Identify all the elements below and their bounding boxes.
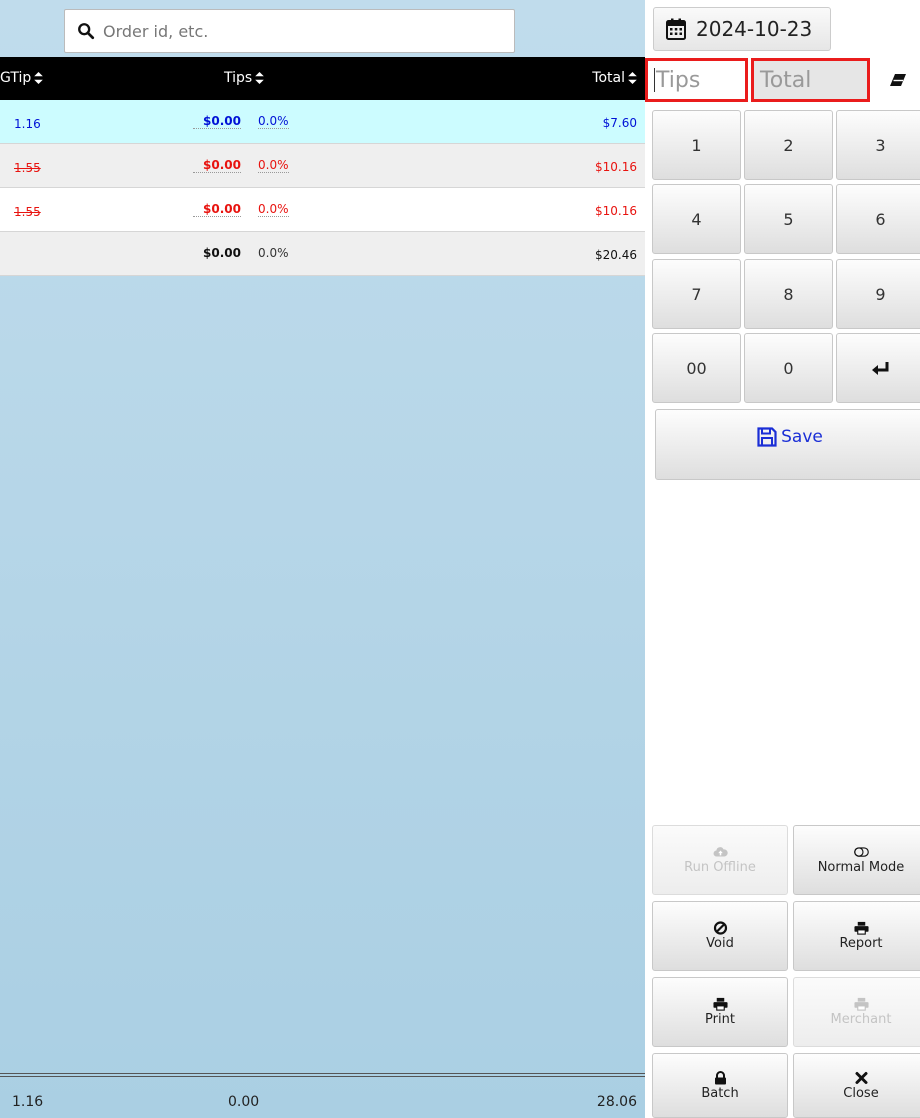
summary-tip-percent: 0.0%: [258, 246, 289, 260]
orders-panel: GTip Tips Total 1.16 $0.00 0.0% $7.60 1.…: [0, 0, 645, 1118]
date-picker-button[interactable]: 2024-10-23: [653, 7, 831, 51]
row-tip-amount[interactable]: $0.00: [193, 114, 241, 129]
column-header-tips-label: Tips: [224, 70, 253, 86]
save-label: Save: [781, 427, 823, 447]
summary-total: $20.46: [595, 248, 637, 262]
summary-row: $0.00 0.0% $20.46: [0, 232, 645, 276]
key-label: 3: [875, 135, 886, 155]
key-label: 5: [783, 209, 794, 229]
printer-icon: [853, 997, 869, 1011]
footer-total: 28.06: [596, 1094, 637, 1110]
table-row[interactable]: 1.16 $0.00 0.0% $7.60: [0, 100, 645, 144]
batch-label: Batch: [701, 1085, 739, 1101]
row-tip-percent[interactable]: 0.0%: [258, 114, 289, 129]
column-header-gtip-label: GTip: [0, 70, 32, 86]
row-gtip: 1.16: [14, 117, 41, 131]
tips-input[interactable]: Tips: [645, 58, 748, 102]
totals-footer: 1.16 0.00 28.06: [0, 1073, 645, 1118]
row-total: $10.16: [595, 204, 637, 218]
row-total: $10.16: [595, 160, 637, 174]
close-icon: [855, 1071, 867, 1084]
search-input[interactable]: [103, 10, 514, 52]
total-placeholder: Total: [760, 67, 812, 93]
save-button[interactable]: Save: [655, 409, 920, 480]
sort-icon: [34, 72, 44, 84]
row-gtip: 1.55: [14, 205, 41, 219]
floppy-disk-icon: [757, 427, 777, 447]
keypad-key-1[interactable]: 1: [652, 110, 741, 180]
print-button[interactable]: Print: [652, 977, 788, 1047]
text-cursor: [654, 68, 655, 92]
report-button[interactable]: Report: [793, 901, 920, 971]
row-tip-amount[interactable]: $0.00: [193, 202, 241, 217]
enter-icon: [871, 362, 888, 375]
total-input[interactable]: Total: [751, 58, 870, 102]
keypad-key-5[interactable]: 5: [744, 184, 833, 254]
keypad-key-7[interactable]: 7: [652, 259, 741, 329]
keypad-key-2[interactable]: 2: [744, 110, 833, 180]
printer-icon: [853, 921, 869, 935]
normal-mode-label: Normal Mode: [817, 860, 905, 875]
keypad-key-4[interactable]: 4: [652, 184, 741, 254]
key-label: 2: [783, 135, 794, 155]
key-label: 00: [686, 358, 707, 378]
row-total: $7.60: [602, 116, 637, 130]
tip-entry-panel: 2024-10-23 Tips Total 1 2 3 4 5 6 7 8 9 …: [645, 0, 920, 1118]
merchant-label: Merchant: [830, 1012, 892, 1027]
row-tip-percent[interactable]: 0.0%: [258, 202, 289, 217]
column-header-total-label: Total: [592, 70, 625, 86]
table-row[interactable]: 1.55 $0.00 0.0% $10.16: [0, 144, 645, 188]
search-box[interactable]: [64, 9, 515, 53]
clear-button[interactable]: [875, 58, 920, 102]
merchant-button[interactable]: Merchant: [793, 977, 920, 1047]
sort-icon: [255, 72, 264, 84]
key-label: 6: [875, 209, 886, 229]
search-icon: [78, 23, 95, 40]
close-label: Close: [843, 1085, 879, 1101]
keypad-key-8[interactable]: 8: [744, 259, 833, 329]
key-label: 0: [783, 358, 794, 378]
ban-icon: [713, 921, 727, 935]
keypad-enter-key[interactable]: [836, 333, 920, 403]
column-header-total[interactable]: Total: [592, 70, 637, 86]
run-offline-button[interactable]: Run Offline: [652, 825, 788, 895]
calendar-icon: [666, 18, 686, 40]
keypad-key-00[interactable]: 00: [652, 333, 741, 403]
key-label: 8: [783, 284, 794, 304]
printer-icon: [712, 997, 728, 1011]
key-label: 1: [691, 135, 702, 155]
key-label: 4: [691, 209, 702, 229]
normal-mode-button[interactable]: Normal Mode: [793, 825, 920, 895]
row-tip-amount[interactable]: $0.00: [193, 158, 241, 173]
keypad-key-9[interactable]: 9: [836, 259, 920, 329]
date-value: 2024-10-23: [696, 17, 813, 41]
keypad-key-6[interactable]: 6: [836, 184, 920, 254]
keypad-key-0[interactable]: 0: [744, 333, 833, 403]
close-button[interactable]: Close: [793, 1053, 920, 1118]
eraser-icon: [889, 74, 906, 86]
print-label: Print: [705, 1012, 735, 1027]
cloud-upload-icon: [713, 847, 728, 857]
column-header-gtip[interactable]: GTip: [0, 70, 44, 86]
row-tip-percent[interactable]: 0.0%: [258, 158, 289, 173]
tips-placeholder: Tips: [656, 67, 701, 93]
key-label: 7: [691, 284, 702, 304]
run-offline-label: Run Offline: [684, 860, 756, 875]
keypad-key-3[interactable]: 3: [836, 110, 920, 180]
column-header-tips[interactable]: Tips: [224, 70, 264, 86]
toggle-icon: [853, 847, 869, 857]
key-label: 9: [875, 284, 886, 304]
batch-button[interactable]: Batch: [652, 1053, 788, 1118]
summary-tip-amount: $0.00: [203, 246, 241, 260]
lock-icon: [714, 1070, 726, 1084]
void-label: Void: [706, 936, 734, 951]
footer-gtip: 1.16: [12, 1094, 44, 1110]
footer-tips: 0.00: [228, 1094, 260, 1110]
row-gtip: 1.55: [14, 161, 41, 175]
report-label: Report: [839, 936, 883, 951]
table-row[interactable]: 1.55 $0.00 0.0% $10.16: [0, 188, 645, 232]
table-header: GTip Tips Total: [0, 57, 645, 100]
void-button[interactable]: Void: [652, 901, 788, 971]
sort-icon: [628, 72, 637, 84]
